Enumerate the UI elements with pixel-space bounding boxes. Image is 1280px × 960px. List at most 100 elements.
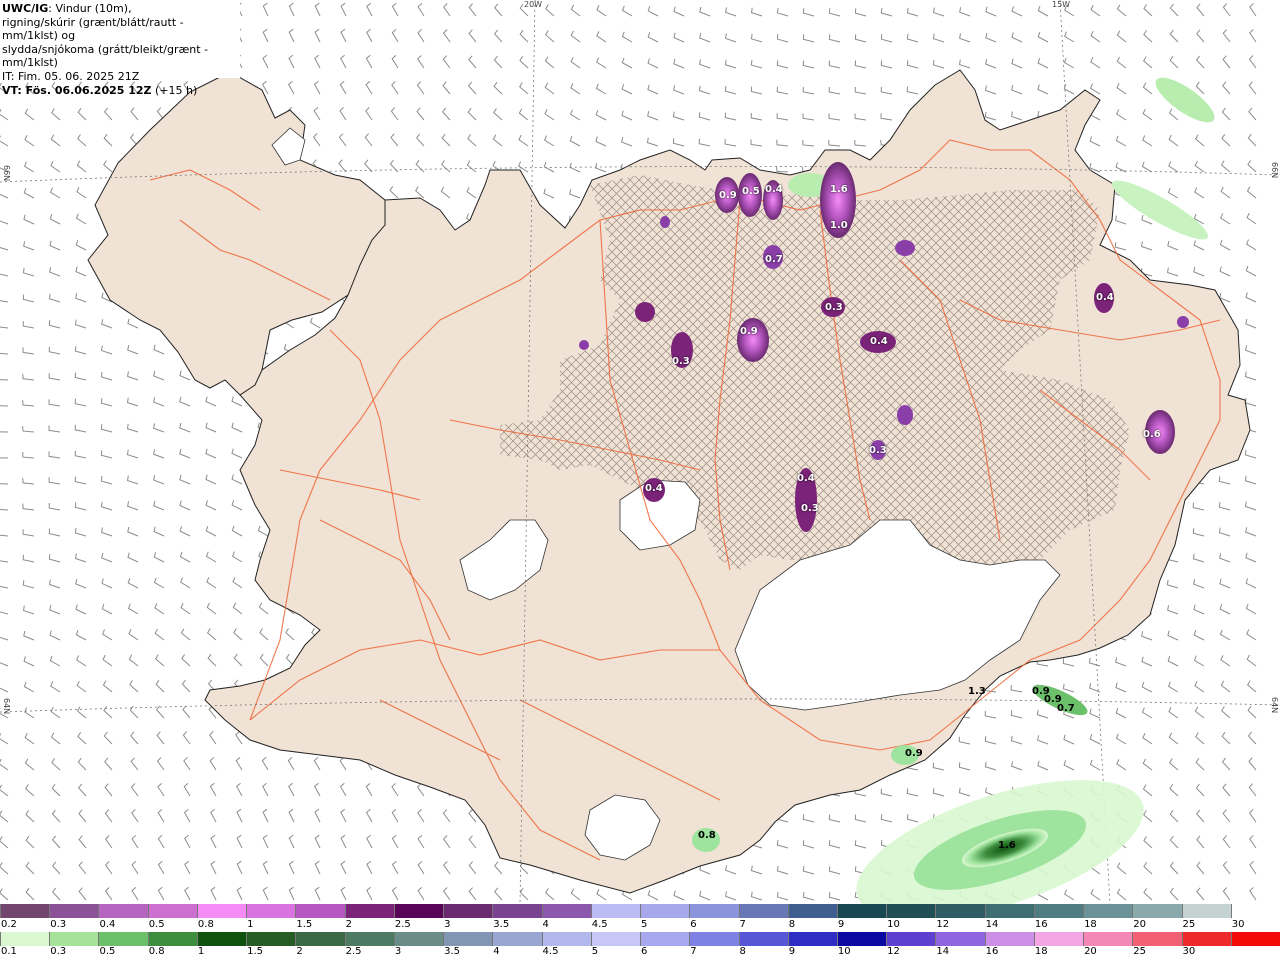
wind-barb <box>179 422 191 433</box>
wind-barb <box>1221 107 1231 121</box>
wind-barb <box>1115 135 1127 147</box>
colorbar-swatch <box>640 932 690 946</box>
wind-barb <box>101 319 113 329</box>
wind-barb <box>1222 783 1231 797</box>
wind-barb <box>984 761 997 771</box>
wind-barb <box>699 59 711 69</box>
colorbar-tick-label: 25 <box>1133 946 1147 957</box>
wind-barb <box>1219 266 1231 277</box>
wind-barb <box>127 475 139 485</box>
wind-barb <box>1219 578 1231 589</box>
wind-barb <box>958 787 971 797</box>
wind-barb <box>0 733 9 745</box>
wind-barb <box>153 552 165 563</box>
wind-barb <box>1115 215 1127 225</box>
wind-barb <box>724 59 737 69</box>
wind-barb <box>1116 759 1127 771</box>
wind-barb <box>776 60 789 69</box>
wind-barb <box>288 808 295 823</box>
wind-barb <box>442 55 451 69</box>
wind-barb <box>569 189 581 199</box>
wind-barb <box>1143 862 1153 875</box>
wind-barb <box>130 731 139 745</box>
wind-barb <box>50 732 61 745</box>
wind-barb <box>1222 3 1231 17</box>
colorbar-swatch <box>886 904 936 918</box>
wind-barb <box>468 55 477 69</box>
wind-barb <box>78 861 87 875</box>
wind-barb <box>1116 862 1127 875</box>
colorbar-swatch <box>344 932 394 946</box>
wind-barb <box>77 732 87 745</box>
colorbar-swatch <box>738 932 788 946</box>
wind-barb <box>288 782 295 797</box>
wind-barb <box>1222 835 1231 849</box>
wind-barb <box>1248 783 1257 797</box>
wind-barb <box>155 679 165 693</box>
wind-barb <box>1192 528 1205 537</box>
wind-barb <box>417 886 425 901</box>
wind-barb <box>74 450 87 459</box>
colorbar-tick-label: 3.5 <box>444 946 460 957</box>
wind-barb <box>467 81 477 95</box>
wind-barb <box>854 86 867 95</box>
wind-barb <box>493 29 503 43</box>
wind-barb <box>104 887 113 901</box>
wind-barb <box>231 396 243 407</box>
wind-barb <box>1246 212 1257 225</box>
wind-barb <box>339 107 347 121</box>
wind-barb <box>0 560 9 563</box>
wind-barb <box>100 424 113 433</box>
wind-barb <box>1221 757 1231 771</box>
colorbar-swatch <box>443 932 493 946</box>
wind-barb <box>519 29 529 43</box>
wind-barb <box>233 628 243 641</box>
colorbar-tick-label: 3 <box>394 946 402 957</box>
lon-label-15w: 15W <box>1052 0 1071 9</box>
wind-barb <box>1246 654 1257 667</box>
wind-barb <box>1115 733 1127 745</box>
wind-barb <box>364 133 373 147</box>
wind-barb <box>1218 527 1231 537</box>
wind-barb <box>1249 3 1257 17</box>
wind-barb <box>985 59 997 69</box>
wind-barb <box>288 834 295 849</box>
wind-barb <box>262 860 269 875</box>
wind-barb <box>1063 83 1075 95</box>
wind-barb <box>802 139 815 147</box>
wind-barb <box>1196 809 1205 823</box>
wind-barb <box>1245 603 1257 615</box>
wind-barb <box>262 834 269 849</box>
wind-barb <box>104 757 113 771</box>
wind-barb <box>1116 109 1127 121</box>
wind-barb <box>1168 707 1179 719</box>
wind-barb <box>828 8 841 17</box>
wind-barb <box>880 8 893 17</box>
wind-barb <box>49 630 61 641</box>
wind-barb <box>340 886 347 901</box>
wind-barb <box>0 636 9 641</box>
wind-barb <box>104 835 113 849</box>
snow-value-label: 0.6 <box>1143 429 1161 440</box>
wind-barb <box>153 500 165 511</box>
wind-barb <box>365 107 373 121</box>
colorbar-swatch <box>689 904 739 918</box>
wind-barb <box>157 783 165 797</box>
wind-barb <box>127 577 139 589</box>
wind-barb <box>647 890 659 901</box>
wind-barb <box>442 29 451 43</box>
wind-barb <box>205 525 217 537</box>
wind-barb <box>1246 239 1257 251</box>
wind-barb <box>209 782 217 797</box>
wind-barb <box>0 810 9 823</box>
wind-barb <box>75 266 87 277</box>
wind-barb <box>339 80 347 95</box>
wind-barb <box>776 34 789 43</box>
wind-barb <box>1194 706 1205 719</box>
wind-barb <box>1195 55 1205 69</box>
wind-barb <box>959 7 971 17</box>
wind-barb <box>1036 709 1049 719</box>
wind-barb <box>932 788 945 797</box>
colorbar-tick-label: 6 <box>690 919 697 930</box>
wind-barb <box>621 5 633 17</box>
